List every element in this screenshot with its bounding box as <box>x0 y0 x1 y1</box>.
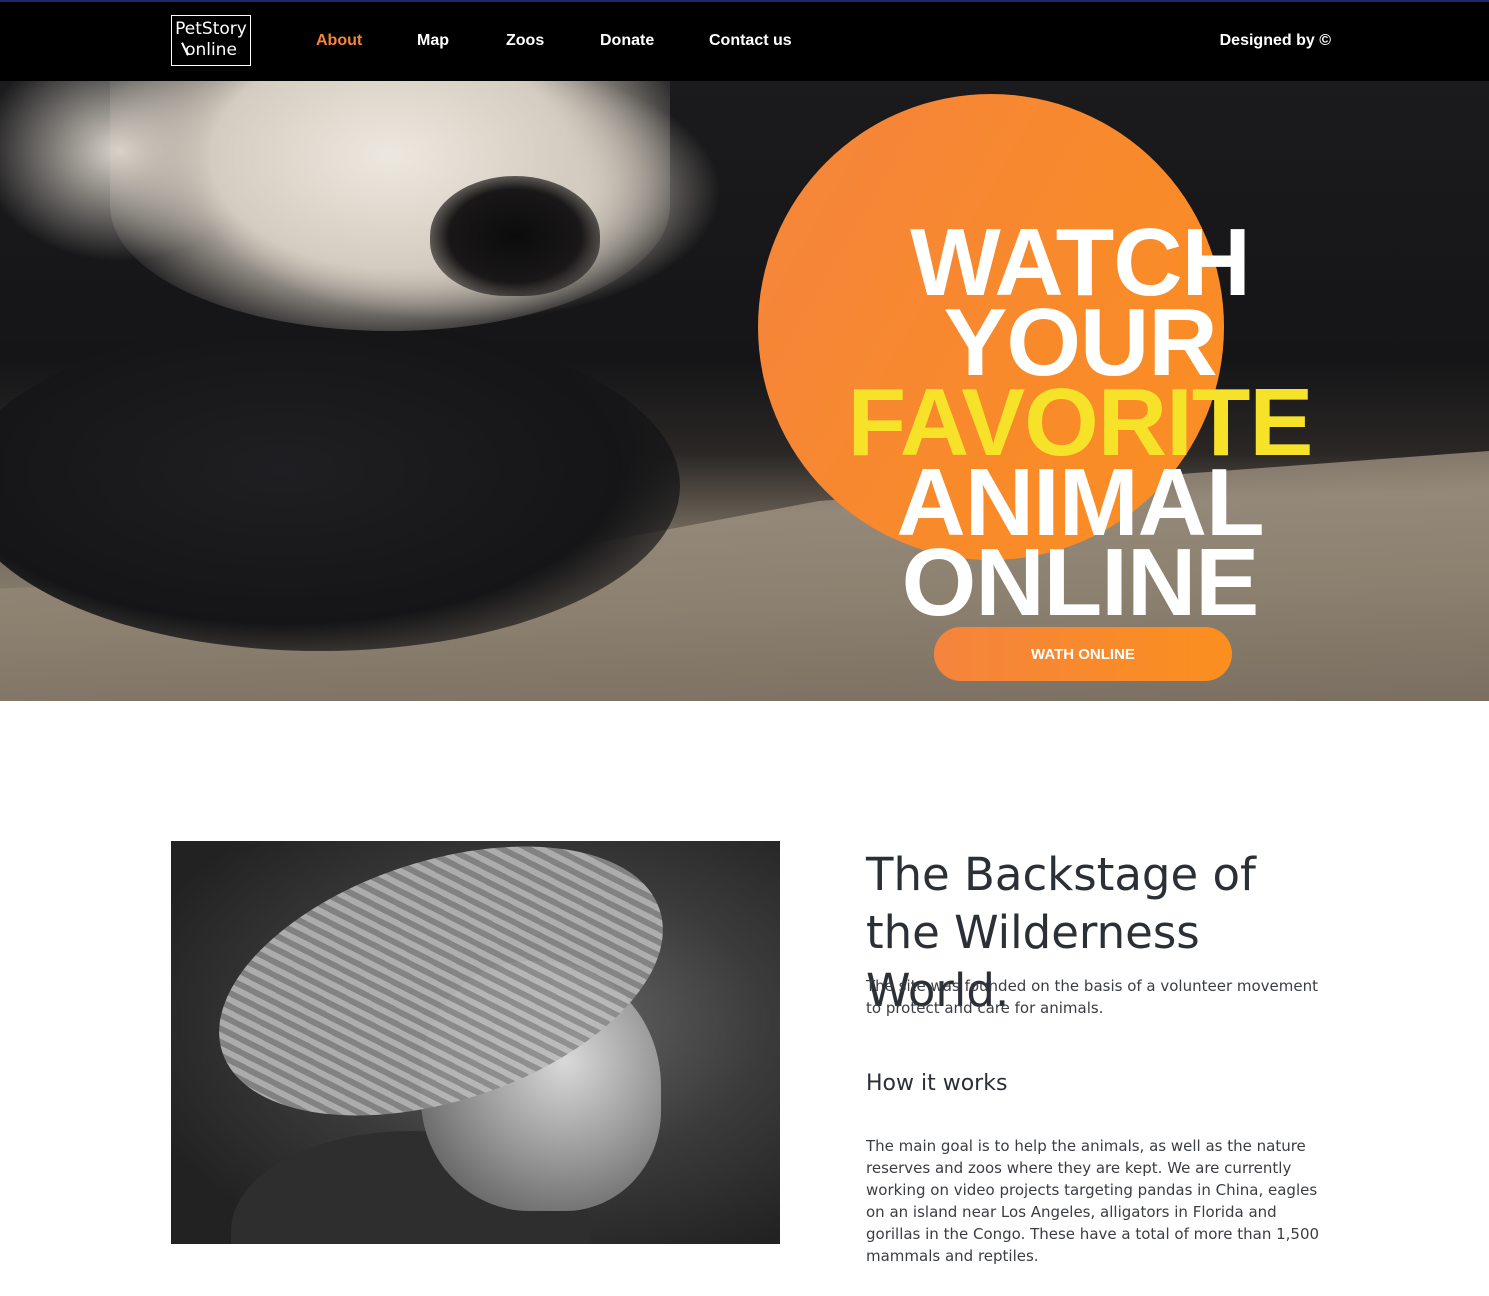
watch-online-button[interactable]: WATH ONLINE <box>934 627 1232 681</box>
how-it-works-title: How it works <box>866 1071 1008 1096</box>
how-it-works-text: The main goal is to help the animals, as… <box>866 1137 1320 1265</box>
about-intro-text: The site was founded on the basis of a v… <box>866 977 1319 1017</box>
hero-title: WATCH YOUR FAVORITE ANIMAL ONLINE <box>830 215 1330 637</box>
designed-by-credit: Designed by © <box>1219 32 1331 49</box>
logo-text-line2-label: online <box>185 40 237 60</box>
hero-banner: WATCH YOUR FAVORITE ANIMAL ONLINE WATH O… <box>0 81 1489 701</box>
site-logo[interactable]: PetStory online <box>171 15 251 66</box>
nav-link-contact-us[interactable]: Contact us <box>709 32 792 50</box>
nav-link-donate[interactable]: Donate <box>600 32 654 50</box>
hero-panda-nose <box>430 176 600 296</box>
navbar: PetStory online About Map Zoos Donate Co… <box>0 2 1489 81</box>
about-photo <box>171 841 780 1244</box>
nav-link-zoos[interactable]: Zoos <box>506 32 544 50</box>
logo-text-line2: online <box>172 40 250 61</box>
nav-link-about[interactable]: About <box>316 32 362 50</box>
hero-title-line-5: ONLINE <box>901 529 1260 637</box>
logo-text-line1: PetStory <box>175 19 247 39</box>
nav-link-map[interactable]: Map <box>417 32 449 50</box>
